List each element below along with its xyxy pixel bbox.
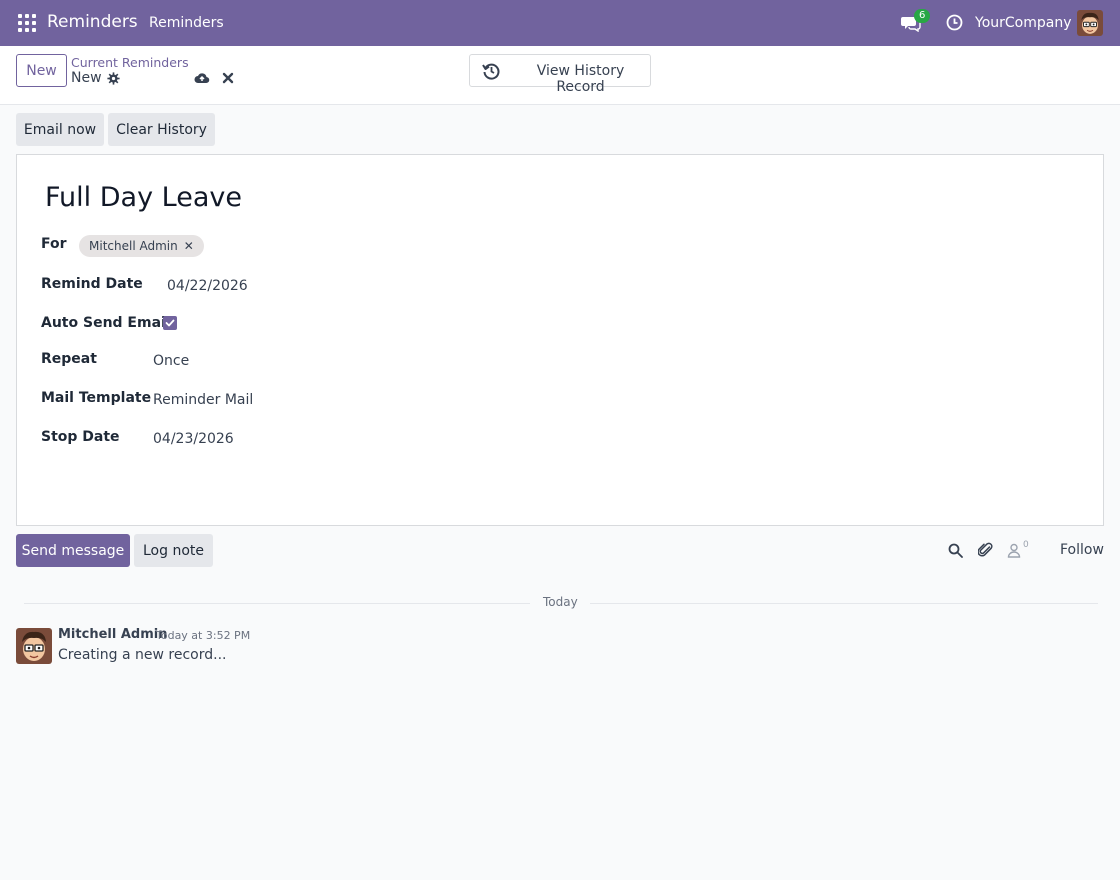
stop-date-field[interactable]: 04/23/2026 [153,431,234,447]
message-author[interactable]: Mitchell Admin [58,627,167,642]
send-message-button[interactable]: Send message [16,534,130,567]
discard-close-icon[interactable] [222,72,234,84]
for-user-tag[interactable]: Mitchell Admin ✕ [79,235,204,257]
app-name[interactable]: Reminders [47,12,138,32]
apps-menu-icon[interactable] [18,14,36,32]
remind-date-field[interactable]: 04/22/2026 [167,278,248,294]
email-now-button[interactable]: Email now [16,113,104,146]
stop-date-label: Stop Date [41,429,120,445]
form-sheet: Full Day Leave For Mitchell Admin ✕ Remi… [16,154,1104,526]
date-separator-label: Today [543,595,578,609]
follow-button[interactable]: Follow [1060,542,1104,558]
search-icon[interactable] [948,543,963,558]
breadcrumb-parent[interactable]: Current Reminders [71,55,189,70]
clear-history-button[interactable]: Clear History [108,113,215,146]
repeat-label: Repeat [41,351,97,367]
company-switcher[interactable]: YourCompany [975,15,1072,31]
messages-badge: 6 [914,9,931,23]
message-body: Creating a new record... [58,647,227,663]
auto-send-email-checkbox[interactable] [163,316,177,330]
view-history-label: View History Record [536,63,625,95]
auto-send-email-label: Auto Send Email [41,315,171,331]
mail-template-label: Mail Template [41,390,152,406]
history-icon [482,63,500,80]
mail-template-field[interactable]: Reminder Mail [153,392,253,408]
date-separator-line [590,603,1098,604]
date-separator-line [24,603,530,604]
save-cloud-icon[interactable] [194,71,210,85]
activity-clock-icon[interactable] [946,14,963,31]
top-navbar: Reminders Reminders 6 YourCompany [0,0,1120,46]
view-history-button[interactable]: View History Record [469,54,651,95]
remind-date-label: Remind Date [41,276,143,292]
for-label: For [41,236,67,252]
repeat-select[interactable]: Once [153,353,189,369]
gear-icon[interactable] [107,72,120,85]
remove-tag-icon[interactable]: ✕ [184,239,194,253]
new-button[interactable]: New [16,54,67,87]
message-author-avatar[interactable] [16,628,52,664]
for-user-tag-label: Mitchell Admin [89,239,178,253]
followers-icon[interactable] [1007,543,1021,558]
log-note-button[interactable]: Log note [134,534,213,567]
breadcrumb-current: New [71,70,102,86]
checkmark-icon [165,319,175,327]
follower-count: 0 [1023,540,1029,550]
menu-item-reminders[interactable]: Reminders [149,15,224,31]
message-timestamp: Today at 3:52 PM [156,629,251,642]
reminder-title[interactable]: Full Day Leave [45,182,242,213]
paperclip-icon[interactable] [978,542,994,558]
user-avatar[interactable] [1077,10,1103,36]
control-panel: New Current Reminders New View History R… [0,46,1120,105]
